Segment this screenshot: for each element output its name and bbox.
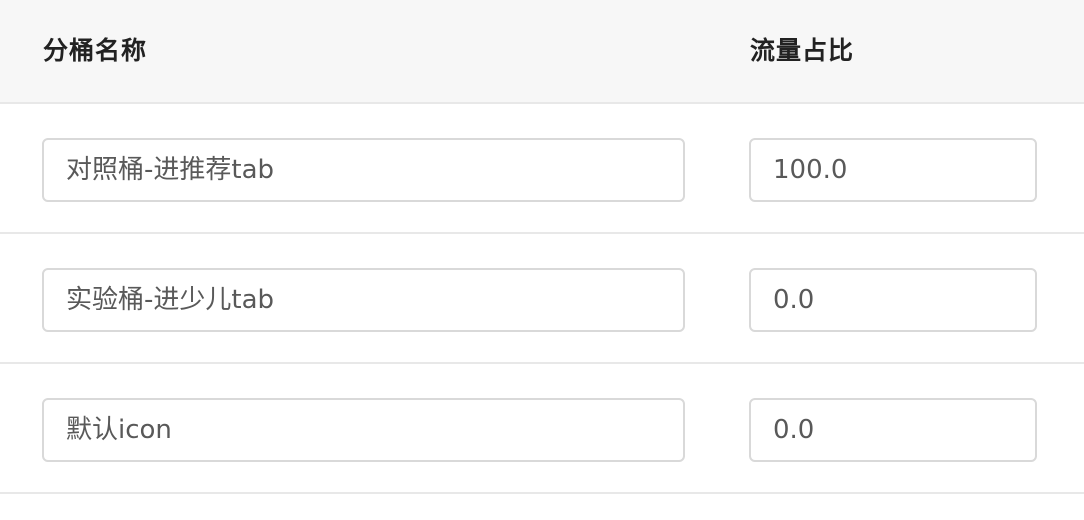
traffic-ratio-input[interactable]: 0.0: [749, 398, 1037, 462]
column-header-bucket-name: 分桶名称: [43, 36, 148, 65]
bucket-name-input[interactable]: 实验桶-进少儿tab: [42, 268, 685, 332]
traffic-ratio-input[interactable]: 0.0: [749, 268, 1037, 332]
bucket-name-input[interactable]: 默认icon: [42, 398, 685, 462]
bucket-name-input[interactable]: 对照桶-进推荐tab: [42, 138, 685, 202]
table-row: 对照桶-进推荐tab 100.0: [0, 104, 1084, 234]
bucket-traffic-table: 分桶名称 流量占比 对照桶-进推荐tab 100.0 实验桶-进少儿tab 0.…: [0, 0, 1084, 520]
traffic-ratio-input[interactable]: 100.0: [749, 138, 1037, 202]
table-header: 分桶名称 流量占比: [0, 0, 1084, 104]
table-row: 实验桶-进少儿tab 0.0: [0, 234, 1084, 364]
column-header-traffic-ratio: 流量占比: [750, 36, 855, 65]
table-row: 默认icon 0.0: [0, 364, 1084, 494]
